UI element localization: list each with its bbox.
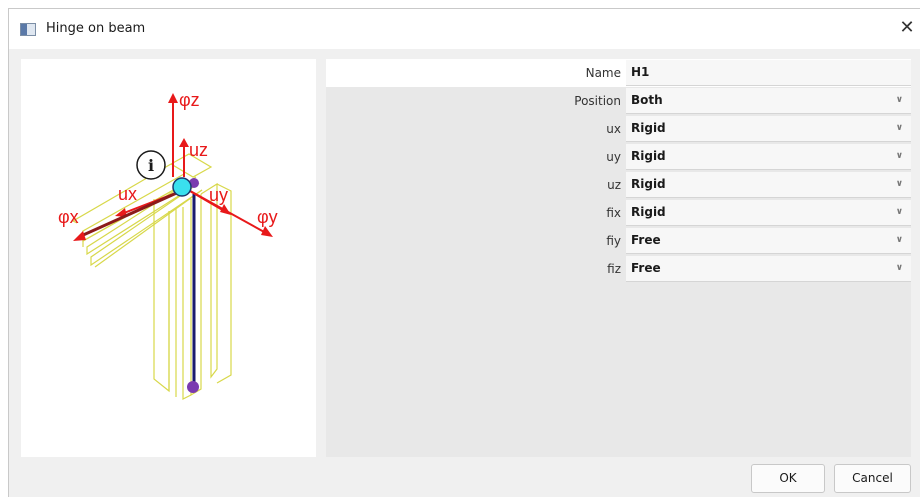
phi-x-label: φx: [58, 207, 79, 227]
phi-y-label: φy: [257, 207, 278, 227]
window-title: Hinge on beam: [46, 21, 146, 36]
close-button[interactable]: ✕: [895, 17, 919, 41]
property-label: Position: [574, 94, 621, 108]
property-label: fix: [606, 206, 621, 220]
fiy-select[interactable]: Free ∨: [626, 228, 911, 254]
ux-label: ux: [118, 184, 137, 204]
hinge-dialog: Hinge on beam ✕ i φz uz ux uy φx φy Name…: [8, 8, 920, 497]
chevron-down-icon[interactable]: ∨: [896, 228, 903, 252]
property-value: Rigid: [631, 177, 666, 191]
property-label: Name: [326, 59, 626, 87]
property-value: Rigid: [631, 149, 666, 163]
ux-select[interactable]: Rigid ∨: [626, 116, 911, 142]
property-value: Free: [631, 233, 661, 247]
property-value: Rigid: [631, 205, 666, 219]
property-value: Rigid: [631, 121, 666, 135]
property-row-ux: ux Rigid ∨: [326, 115, 911, 143]
fiz-select[interactable]: Free ∨: [626, 256, 911, 282]
property-row-position: Position Both ∨: [326, 87, 911, 115]
chevron-down-icon[interactable]: ∨: [896, 200, 903, 224]
bottom-hinge-marker: [187, 381, 199, 393]
property-row-fiz: fiz Free ∨: [326, 255, 911, 283]
info-icon-glyph: i: [148, 156, 154, 175]
chevron-down-icon[interactable]: ∨: [896, 116, 903, 140]
uz-select[interactable]: Rigid ∨: [626, 172, 911, 198]
properties-panel: Name H1 Position Both ∨ ux Rigid ∨ uy Rigi…: [326, 59, 911, 457]
property-row-name: Name H1: [326, 59, 911, 87]
property-label: uz: [607, 178, 621, 192]
ok-button[interactable]: OK: [751, 464, 825, 493]
property-value: Both: [631, 93, 663, 107]
property-value: H1: [631, 65, 650, 79]
property-label: fiy: [606, 234, 621, 248]
name-field[interactable]: H1: [626, 60, 911, 86]
hinge-preview: i φz uz ux uy φx φy: [21, 59, 316, 457]
phi-z-label: φz: [179, 90, 200, 110]
property-label: uy: [606, 150, 621, 164]
fix-select[interactable]: Rigid ∨: [626, 200, 911, 226]
beam-outline: [71, 153, 232, 400]
hinge-diagram: i φz uz ux uy φx φy: [58, 90, 278, 400]
uy-select[interactable]: Rigid ∨: [626, 144, 911, 170]
position-select[interactable]: Both ∨: [626, 88, 911, 114]
property-row-fiy: fiy Free ∨: [326, 227, 911, 255]
chevron-down-icon[interactable]: ∨: [896, 172, 903, 196]
uz-label: uz: [189, 140, 208, 160]
title-bar: Hinge on beam ✕: [9, 9, 920, 49]
uy-label: uy: [209, 185, 228, 205]
property-row-uy: uy Rigid ∨: [326, 143, 911, 171]
chevron-down-icon[interactable]: ∨: [896, 144, 903, 168]
axis-arrows: [73, 93, 273, 241]
property-label: fiz: [607, 262, 621, 276]
property-row-uz: uz Rigid ∨: [326, 171, 911, 199]
property-value: Free: [631, 261, 661, 275]
chevron-down-icon[interactable]: ∨: [896, 88, 903, 112]
node-marker: [172, 177, 192, 197]
property-row-fix: fix Rigid ∨: [326, 199, 911, 227]
window-icon: [20, 23, 36, 36]
chevron-down-icon[interactable]: ∨: [896, 256, 903, 280]
cancel-button[interactable]: Cancel: [834, 464, 911, 493]
property-label: ux: [606, 122, 621, 136]
